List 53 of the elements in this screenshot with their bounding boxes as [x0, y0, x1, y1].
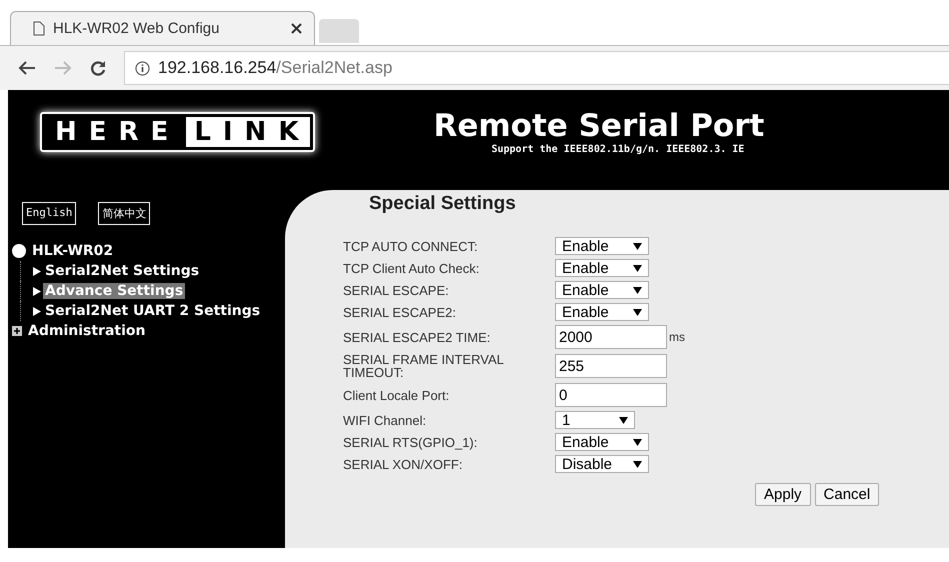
- tree-item[interactable]: Advance Settings: [43, 283, 186, 299]
- field-label: SERIAL FRAME INTERVAL TIMEOUT:: [343, 353, 504, 379]
- form-button[interactable]: Apply: [755, 483, 811, 506]
- subtitle: Support the IEEE802.11b/g/n. IEEE802.3. IE: [491, 144, 746, 155]
- panel-title: Special Settings: [368, 192, 517, 216]
- page-icon: [33, 21, 45, 36]
- caret-icon: [633, 286, 642, 294]
- back-icon[interactable]: [18, 61, 36, 75]
- address-bar[interactable]: 192.168.16.254/Serial2Net.asp: [124, 51, 949, 85]
- field-label: TCP AUTO CONNECT:: [343, 240, 479, 252]
- field-label: TCP Client Auto Check:: [343, 262, 480, 274]
- caret-icon: [633, 242, 642, 250]
- caret-icon: [633, 460, 642, 468]
- input-field[interactable]: 2000: [555, 325, 667, 349]
- browser-tab[interactable]: HLK-WR02 Web Configu: [10, 11, 315, 45]
- field-label: WIFI Channel:: [343, 414, 428, 426]
- expand-icon[interactable]: [12, 326, 22, 336]
- input-field[interactable]: 0: [555, 383, 667, 407]
- field-label: SERIAL ESCAPE2 TIME:: [343, 330, 492, 344]
- circle-icon[interactable]: [12, 244, 26, 258]
- form-button[interactable]: Cancel: [814, 483, 880, 506]
- tree-node[interactable]: Administration: [28, 323, 146, 339]
- field-label: SERIAL ESCAPE2:: [343, 306, 457, 318]
- caret-icon: [619, 416, 628, 424]
- logo: HERE LINK: [40, 112, 316, 152]
- input-field[interactable]: 255: [555, 354, 667, 378]
- caret-icon: [633, 308, 642, 316]
- tree-node[interactable]: HLK-WR02: [32, 243, 114, 259]
- caret-icon: [633, 264, 642, 272]
- dropdown[interactable]: Enable: [555, 303, 649, 321]
- dropdown[interactable]: Enable: [555, 259, 649, 277]
- triangle-icon: [33, 306, 41, 316]
- dropdown[interactable]: Enable: [555, 281, 649, 299]
- field-label: SERIAL XON/XOFF:: [343, 458, 464, 470]
- dropdown[interactable]: Disable: [555, 455, 649, 473]
- caret-icon: [633, 438, 642, 446]
- unit-label: ms: [669, 330, 685, 344]
- tree-item[interactable]: Serial2Net UART 2 Settings: [43, 303, 262, 319]
- dropdown[interactable]: Enable: [555, 433, 649, 451]
- language-link[interactable]: English: [22, 202, 76, 225]
- triangle-icon: [33, 286, 41, 296]
- field-label: SERIAL RTS(GPIO_1):: [343, 436, 478, 448]
- close-icon[interactable]: [291, 23, 302, 34]
- dropdown[interactable]: 1: [555, 411, 635, 429]
- tree-item[interactable]: Serial2Net Settings: [43, 263, 202, 279]
- info-icon: [135, 60, 150, 76]
- reload-icon[interactable]: [90, 60, 106, 76]
- field-label: SERIAL ESCAPE:: [343, 284, 450, 296]
- dropdown[interactable]: Enable: [555, 237, 649, 255]
- page-title: Remote Serial Port: [433, 108, 764, 144]
- language-link[interactable]: 简体中文: [98, 202, 150, 225]
- triangle-icon: [33, 266, 41, 276]
- field-label: Client Locale Port:: [343, 388, 450, 402]
